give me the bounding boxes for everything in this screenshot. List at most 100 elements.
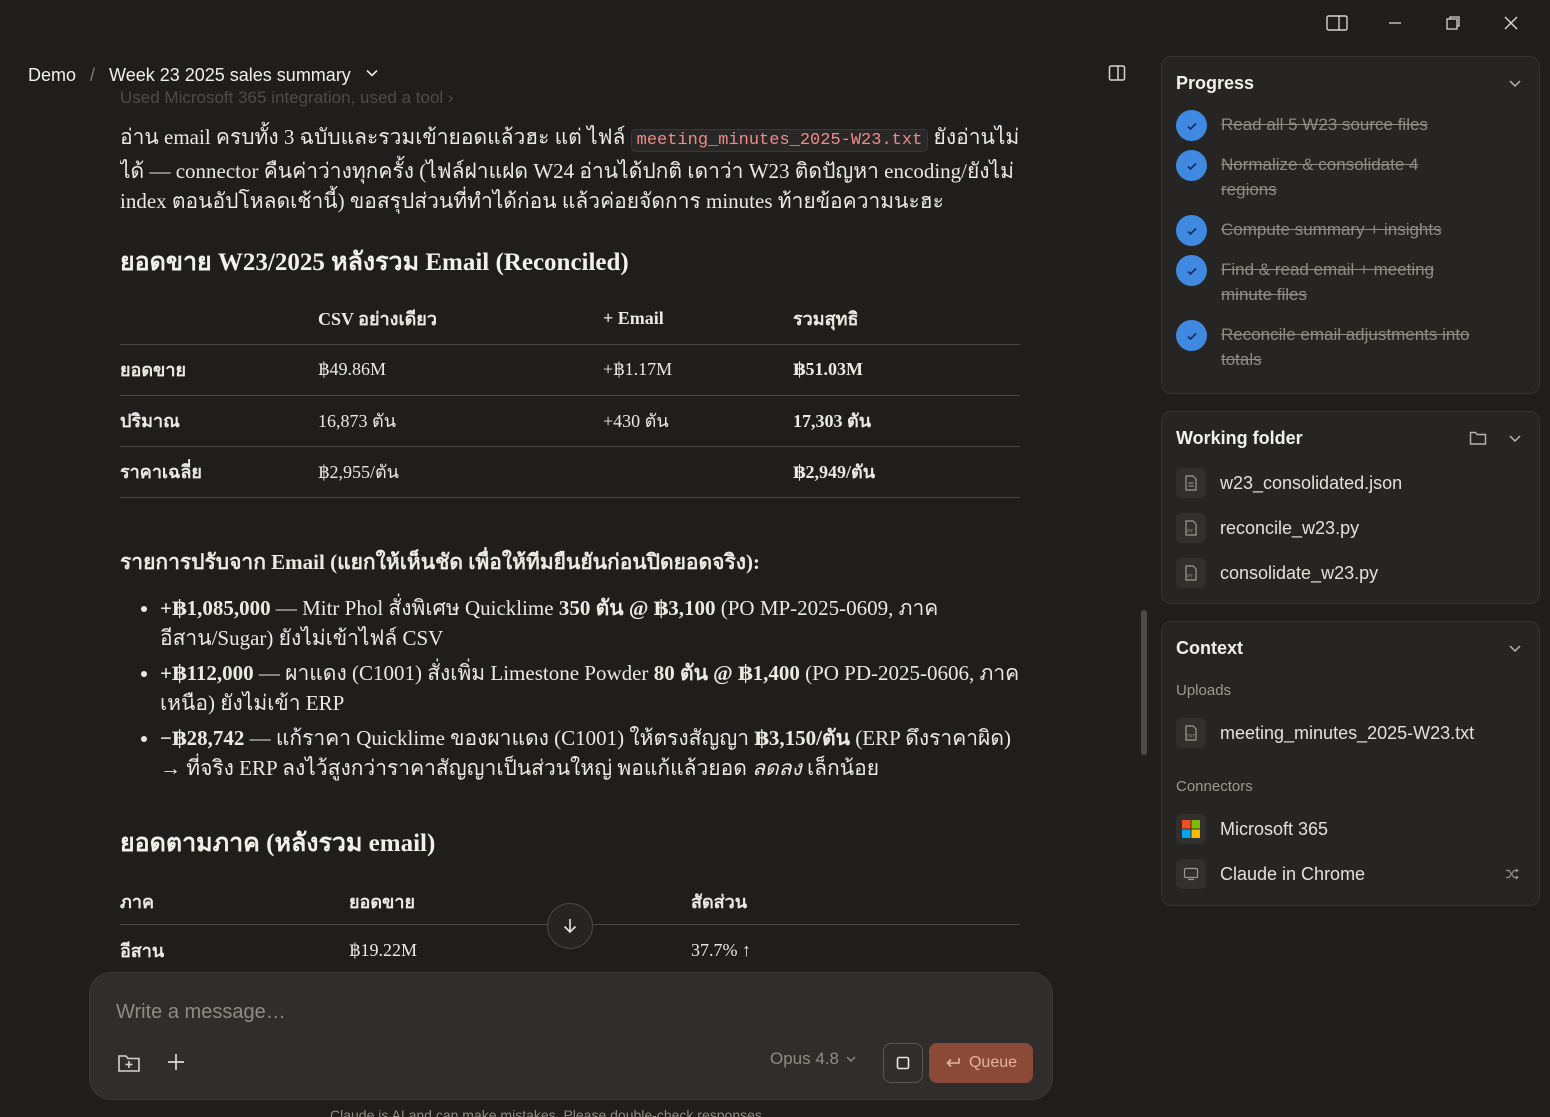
table-cell: ฿51.03M xyxy=(793,344,1020,396)
connectors-label: Connectors xyxy=(1176,778,1253,795)
context-card: Context Uploads TXT meeting_minutes_2025… xyxy=(1161,621,1540,906)
table-cell: อีสาน xyxy=(120,924,349,964)
shuffle-icon[interactable] xyxy=(1505,867,1519,885)
stop-icon xyxy=(896,1056,910,1070)
tool-usage-line[interactable]: Used Microsoft 365 integration, used a t… xyxy=(120,84,1020,112)
add-folder-icon[interactable] xyxy=(115,1049,143,1077)
check-icon xyxy=(1176,110,1207,141)
working-folder-card: Working folder w23_consolidated.json PY … xyxy=(1161,411,1540,604)
regional-heading: ยอดตามภาค (หลังรวม email) xyxy=(120,829,436,857)
message-input[interactable]: Write a message… xyxy=(116,1001,286,1024)
progress-item-label: Reconcile email adjustments into totals xyxy=(1221,325,1470,369)
context-title: Context xyxy=(1176,638,1243,658)
python-file-icon: PY xyxy=(1176,558,1206,588)
file-name: reconcile_w23.py xyxy=(1220,517,1360,538)
adjustments-list: +฿1,085,000 — Mitr Phol สั่งพิเศษ Quickl… xyxy=(120,593,1020,783)
svg-text:PY: PY xyxy=(1187,574,1193,580)
table-cell: ฿49.86M xyxy=(318,344,603,396)
chevron-down-icon[interactable] xyxy=(1507,640,1523,656)
adjustment-amount: +฿1,085,000 xyxy=(160,595,271,620)
progress-item: Find & read email + meeting minute files xyxy=(1176,255,1526,307)
return-arrow-icon xyxy=(946,1058,960,1068)
arrow-down-icon xyxy=(563,919,577,934)
connector-name: Claude in Chrome xyxy=(1220,863,1366,884)
progress-item: Compute summary + insights xyxy=(1176,215,1526,246)
chevron-down-icon[interactable] xyxy=(1507,75,1523,91)
intro-paragraph: อ่าน email ครบทั้ง 3 ฉบับและรวมเข้ายอดแล… xyxy=(120,122,1020,216)
svg-text:PY: PY xyxy=(1187,529,1193,535)
restore-icon[interactable] xyxy=(1424,8,1482,38)
check-icon xyxy=(1176,255,1207,286)
chevron-down-icon[interactable] xyxy=(365,66,379,85)
file-item[interactable]: w23_consolidated.json xyxy=(1176,468,1402,498)
intro-text-1: อ่าน email ครบทั้ง 3 ฉบับและรวมเข้ายอดแล… xyxy=(120,125,631,149)
disclaimer-text: Claude is AI and can make mistakes. Plea… xyxy=(330,1107,766,1117)
table-header: + Email xyxy=(603,294,793,345)
progress-item-label: Normalize & consolidate 4 regions xyxy=(1221,155,1419,199)
adjustment-text: — Mitr Phol สั่งพิเศษ Quicklime xyxy=(270,595,559,620)
table-cell: +430 ตัน xyxy=(603,395,793,447)
connector-name: Microsoft 365 xyxy=(1220,818,1329,839)
table-header xyxy=(120,294,318,345)
panel-toggle-icon[interactable] xyxy=(1108,64,1130,86)
svg-text:TXT: TXT xyxy=(1186,734,1196,740)
progress-item: Reconcile email adjustments into totals xyxy=(1176,320,1526,372)
adjustment-amount: +฿112,000 xyxy=(160,660,254,685)
folder-icon[interactable] xyxy=(1469,430,1487,451)
scrollbar-thumb[interactable] xyxy=(1141,610,1147,755)
connector-item[interactable]: Microsoft 365 xyxy=(1176,814,1328,844)
queue-button[interactable]: Queue xyxy=(929,1043,1033,1083)
check-icon xyxy=(1176,320,1207,351)
connector-item[interactable]: Claude in Chrome xyxy=(1176,859,1365,889)
table-cell: ฿2,955/ตัน xyxy=(318,446,603,498)
table-cell: 16,873 ตัน xyxy=(318,395,603,447)
file-item[interactable]: PY consolidate_w23.py xyxy=(1176,558,1378,588)
plus-icon[interactable] xyxy=(162,1048,190,1076)
window-controls xyxy=(1308,8,1540,38)
table-cell: 37.7% ↑ xyxy=(691,924,1020,964)
working-folder-title: Working folder xyxy=(1176,428,1303,448)
chevron-down-icon[interactable] xyxy=(1507,430,1523,446)
scroll-to-bottom-button[interactable] xyxy=(547,903,593,949)
progress-title: Progress xyxy=(1176,73,1255,93)
check-icon xyxy=(1176,215,1207,246)
table-cell: ยอดขาย xyxy=(120,344,318,396)
progress-item-label: Compute summary + insights xyxy=(1221,220,1442,239)
list-item: +฿1,085,000 — Mitr Phol สั่งพิเศษ Quickl… xyxy=(160,593,1020,653)
progress-item-label: Read all 5 W23 source files xyxy=(1221,115,1428,134)
conversation-title[interactable]: Week 23 2025 sales summary xyxy=(109,65,351,86)
python-file-icon: PY xyxy=(1176,513,1206,543)
table-header: ยอดขาย xyxy=(349,878,691,925)
table-cell: ปริมาณ xyxy=(120,395,318,447)
minimize-icon[interactable] xyxy=(1366,8,1424,38)
sidebar-layout-icon[interactable] xyxy=(1308,8,1366,38)
table-cell: ฿2,949/ตัน xyxy=(793,446,1020,498)
table-header-row: CSV อย่างเดียว + Email รวมสุทธิ xyxy=(120,294,1020,345)
table-cell: +฿1.17M xyxy=(603,344,793,396)
breadcrumb-root[interactable]: Demo xyxy=(28,65,76,86)
table-header: รวมสุทธิ xyxy=(793,294,1020,345)
json-file-icon xyxy=(1176,468,1206,498)
adjustment-text: เล็กน้อย xyxy=(801,755,880,780)
message-composer: Write a message… Opus 4.8 Queue xyxy=(89,972,1053,1100)
table-cell: ฿19.22M xyxy=(349,924,691,964)
table-header: CSV อย่างเดียว xyxy=(318,294,603,345)
file-item[interactable]: PY reconcile_w23.py xyxy=(1176,513,1359,543)
adjustment-qty: 80 ตัน @ ฿1,400 xyxy=(653,660,800,685)
adjustment-amount: −฿28,742 xyxy=(160,725,245,750)
table-row: ปริมาณ 16,873 ตัน +430 ตัน 17,303 ตัน xyxy=(120,395,1020,447)
monitor-icon xyxy=(1176,859,1206,889)
close-icon[interactable] xyxy=(1482,8,1540,38)
list-item: −฿28,742 — แก้ราคา Quicklime ของผาแดง (C… xyxy=(160,723,1020,783)
model-selector[interactable]: Opus 4.8 xyxy=(770,1049,857,1069)
microsoft-logo-icon xyxy=(1176,814,1206,844)
upload-name: meeting_minutes_2025-W23.txt xyxy=(1220,722,1475,743)
breadcrumb-separator: / xyxy=(90,64,96,85)
upload-item[interactable]: TXT meeting_minutes_2025-W23.txt xyxy=(1176,718,1474,748)
adjustment-emphasis: ลดลง xyxy=(752,755,802,780)
table-cell xyxy=(603,446,793,498)
reconciled-heading: ยอดขาย W23/2025 หลังรวม Email (Reconcile… xyxy=(120,249,629,276)
stop-button[interactable] xyxy=(883,1043,923,1083)
file-name: consolidate_w23.py xyxy=(1220,562,1379,583)
progress-card: Progress Read all 5 W23 source files Nor… xyxy=(1161,56,1540,394)
